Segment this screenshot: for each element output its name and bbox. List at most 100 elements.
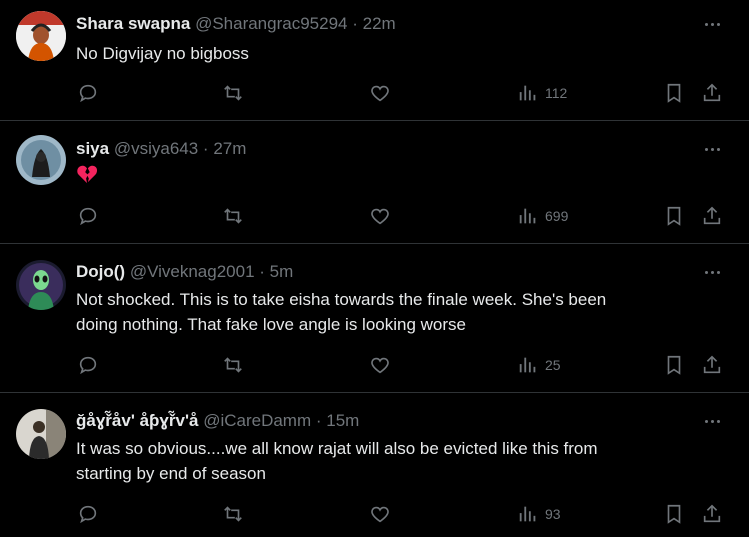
heart-icon	[371, 208, 389, 225]
more-options-button[interactable]	[701, 13, 723, 35]
heart-icon	[371, 357, 389, 374]
author-name[interactable]: Shara swapna	[76, 14, 190, 33]
author-handle[interactable]: @iCareDamm	[203, 411, 311, 430]
timestamp[interactable]: 15m	[326, 411, 359, 430]
heart-icon	[371, 506, 389, 523]
share-icon	[703, 504, 721, 523]
more-icon	[704, 419, 708, 423]
repost-icon	[224, 506, 242, 522]
more-options-button[interactable]	[701, 261, 723, 283]
views-icon	[519, 506, 536, 522]
avatar[interactable]	[16, 260, 66, 310]
tweet-text-line: Not shocked. This is to take eisha towar…	[76, 290, 607, 309]
share-button[interactable]	[701, 503, 723, 525]
view-count: 112	[545, 85, 568, 101]
share-icon	[703, 83, 721, 102]
timestamp[interactable]: 27m	[213, 139, 246, 158]
repost-button[interactable]	[222, 503, 244, 525]
view-count: 25	[545, 357, 561, 373]
heart-icon	[371, 85, 389, 102]
author-handle[interactable]: @vsiya643	[114, 139, 198, 158]
bookmark-button[interactable]	[663, 503, 685, 525]
tweet-actions: 93	[0, 503, 749, 527]
broken-heart-icon	[77, 165, 98, 184]
avatar[interactable]	[16, 135, 66, 185]
author-name[interactable]: Dojo()	[76, 262, 125, 281]
reply-icon	[79, 356, 97, 375]
share-button[interactable]	[701, 205, 723, 227]
timeline-feed: Shara swapna @Sharangrac95294 · 22m No D…	[0, 0, 749, 537]
more-icon	[704, 22, 708, 26]
views-icon	[519, 85, 536, 101]
reply-icon	[79, 505, 97, 524]
reply-button[interactable]	[77, 354, 99, 376]
tweet-text-line: starting by end of season	[76, 464, 266, 483]
separator-dot: ·	[202, 139, 209, 158]
bookmark-button[interactable]	[663, 354, 685, 376]
tweet-actions: 25	[0, 354, 749, 378]
tweet-text	[76, 164, 709, 191]
repost-icon	[224, 208, 242, 224]
avatar[interactable]	[16, 11, 66, 61]
like-button[interactable]	[369, 354, 391, 376]
tweet[interactable]: ğåɣř̃åv' åƥɣř̃v'å @iCareDamm · 15m It wa…	[0, 393, 749, 537]
like-button[interactable]	[369, 205, 391, 227]
bookmark-icon	[667, 355, 681, 375]
reply-icon	[79, 207, 97, 226]
tweet-header: ğåɣř̃åv' åƥɣř̃v'å @iCareDamm · 15m	[76, 410, 359, 432]
more-options-button[interactable]	[701, 138, 723, 160]
repost-button[interactable]	[222, 354, 244, 376]
share-icon	[703, 206, 721, 225]
tweet-header: Shara swapna @Sharangrac95294 · 22m	[76, 13, 396, 35]
separator-dot: ·	[352, 14, 358, 33]
author-name[interactable]: ğåɣř̃åv' åƥɣř̃v'å	[76, 411, 198, 430]
share-button[interactable]	[701, 82, 723, 104]
repost-button[interactable]	[222, 82, 244, 104]
tweet-actions: 699	[0, 205, 749, 229]
like-button[interactable]	[369, 82, 391, 104]
avatar[interactable]	[16, 409, 66, 459]
separator-dot: ·	[259, 262, 265, 281]
tweet[interactable]: Dojo() @Viveknag2001 · 5m Not shocked. T…	[0, 244, 749, 393]
tweet-text-line: It was so obvious....we all know rajat w…	[76, 439, 598, 458]
repost-icon	[224, 357, 242, 373]
tweet-actions: 112	[0, 82, 749, 106]
bookmark-icon	[667, 504, 681, 524]
repost-button[interactable]	[222, 205, 244, 227]
author-handle[interactable]: @Viveknag2001	[130, 262, 255, 281]
author-handle[interactable]: @Sharangrac95294	[195, 14, 347, 33]
share-icon	[703, 355, 721, 374]
tweet-header: siya @vsiya643 · 27m	[76, 138, 246, 160]
like-button[interactable]	[369, 503, 391, 525]
reply-button[interactable]	[77, 503, 99, 525]
reply-icon	[79, 84, 97, 103]
views-button[interactable]: 112	[517, 82, 567, 104]
tweet-text: It was so obvious....we all know rajat w…	[76, 436, 709, 486]
timestamp[interactable]: 5m	[270, 262, 294, 281]
views-button[interactable]: 699	[517, 205, 568, 227]
tweet-text: No Digvijay no bigboss	[76, 41, 709, 66]
views-icon	[519, 208, 536, 224]
tweet[interactable]: Shara swapna @Sharangrac95294 · 22m No D…	[0, 0, 749, 121]
bookmark-icon	[667, 83, 681, 103]
more-options-button[interactable]	[701, 410, 723, 432]
tweet[interactable]: siya @vsiya643 · 27m 699	[0, 121, 749, 244]
view-count: 93	[545, 506, 561, 522]
views-icon	[519, 357, 536, 373]
author-name[interactable]: siya	[76, 139, 109, 158]
tweet-header: Dojo() @Viveknag2001 · 5m	[76, 261, 293, 283]
timestamp[interactable]: 22m	[363, 14, 396, 33]
more-icon	[704, 270, 708, 274]
bookmark-button[interactable]	[663, 205, 685, 227]
share-button[interactable]	[701, 354, 723, 376]
separator-dot: ·	[315, 411, 322, 430]
view-count: 699	[545, 208, 569, 224]
reply-button[interactable]	[77, 205, 99, 227]
reply-button[interactable]	[77, 82, 99, 104]
tweet-text-line: No Digvijay no bigboss	[76, 44, 249, 63]
views-button[interactable]: 93	[517, 503, 561, 525]
bookmark-icon	[667, 206, 681, 226]
bookmark-button[interactable]	[663, 82, 685, 104]
views-button[interactable]: 25	[517, 354, 561, 376]
tweet-text-line: doing nothing. That fake love angle is l…	[76, 315, 466, 334]
